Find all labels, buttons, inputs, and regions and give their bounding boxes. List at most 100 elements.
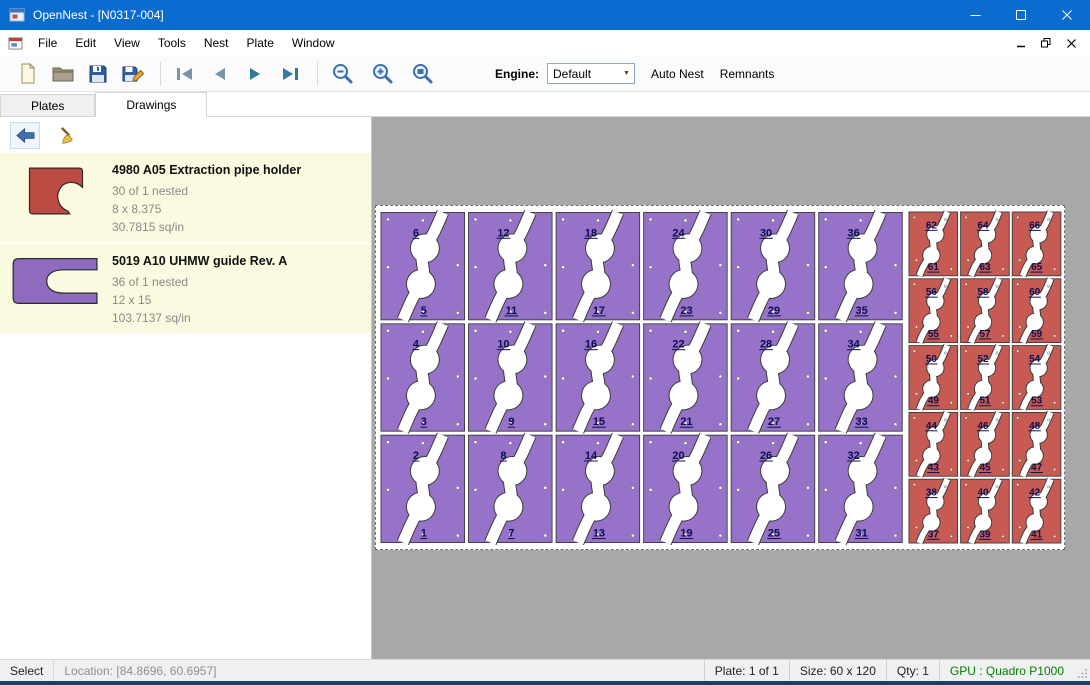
drawings-list: 4980 A05 Extraction pipe holder 30 of 1 … xyxy=(0,153,371,335)
nest-cell[interactable]: 1211 xyxy=(469,212,553,319)
next-plate-button[interactable] xyxy=(239,60,271,88)
svg-text:21: 21 xyxy=(680,416,692,428)
drawings-panel: 4980 A05 Extraction pipe holder 30 of 1 … xyxy=(0,117,372,659)
nest-svg[interactable]: 6512111817242330293635431091615222128273… xyxy=(376,206,1064,549)
nest-cell[interactable]: 1817 xyxy=(556,212,640,319)
svg-text:1: 1 xyxy=(421,528,427,540)
close-button[interactable] xyxy=(1044,0,1090,30)
nest-cell[interactable]: 6059 xyxy=(1012,279,1061,343)
engine-select[interactable]: Default ▼ xyxy=(547,63,635,84)
nest-cell[interactable]: 6665 xyxy=(1012,212,1061,276)
menu-edit[interactable]: Edit xyxy=(66,30,105,56)
engine-selected-value: Default xyxy=(548,67,619,81)
svg-text:65: 65 xyxy=(1031,262,1043,273)
nest-cell[interactable]: 2827 xyxy=(731,324,815,431)
nest-cell[interactable]: 21 xyxy=(381,435,465,542)
statusbar: Select Location: [84.8696, 60.6957] Plat… xyxy=(0,659,1090,681)
nest-cell[interactable]: 5251 xyxy=(961,346,1010,410)
remnants-button[interactable]: Remnants xyxy=(720,67,775,81)
svg-text:39: 39 xyxy=(979,529,991,540)
nest-cell[interactable]: 64 63 xyxy=(961,212,1010,276)
zoom-in-icon xyxy=(372,63,393,84)
new-button[interactable] xyxy=(12,60,44,88)
nest-cell[interactable]: 4847 xyxy=(1012,412,1061,476)
menu-nest[interactable]: Nest xyxy=(195,30,238,56)
open-folder-icon xyxy=(52,65,74,82)
svg-text:61: 61 xyxy=(928,262,940,273)
nest-cell[interactable]: 3029 xyxy=(731,212,815,319)
nest-cell[interactable]: 5453 xyxy=(1012,346,1061,410)
nest-cell[interactable]: 3231 xyxy=(819,435,903,542)
menu-window[interactable]: Window xyxy=(283,30,344,56)
nest-cell[interactable]: 4645 xyxy=(961,412,1010,476)
nest-cell[interactable]: 87 xyxy=(469,435,553,542)
main-toolbar: Engine: Default ▼ Auto Nest Remnants xyxy=(0,56,1090,92)
nest-cell[interactable]: 2423 xyxy=(644,212,728,319)
first-plate-button[interactable] xyxy=(169,60,201,88)
nest-cell[interactable]: 2625 xyxy=(731,435,815,542)
toolbar-separator xyxy=(160,62,161,86)
last-plate-button[interactable] xyxy=(274,60,306,88)
mdi-restore-icon xyxy=(1041,38,1051,48)
zoom-out-button[interactable] xyxy=(326,60,358,88)
svg-text:53: 53 xyxy=(1031,396,1043,407)
svg-text:42: 42 xyxy=(1029,488,1041,499)
svg-text:8: 8 xyxy=(500,450,506,462)
nest-cell[interactable]: 1615 xyxy=(556,324,640,431)
mdi-minimize-button[interactable] xyxy=(1010,34,1032,52)
nest-cell[interactable]: 5655 xyxy=(909,279,958,343)
import-drawing-button[interactable] xyxy=(10,122,40,149)
nest-cell[interactable]: 109 xyxy=(469,324,553,431)
engine-label: Engine: xyxy=(495,67,539,81)
svg-text:63: 63 xyxy=(979,262,991,273)
save-button[interactable] xyxy=(82,60,114,88)
minimize-button[interactable] xyxy=(952,0,998,30)
menu-view[interactable]: View xyxy=(105,30,149,56)
svg-text:46: 46 xyxy=(977,421,989,432)
nest-cell[interactable]: 5857 xyxy=(961,279,1010,343)
nest-cell[interactable]: 65 xyxy=(381,212,465,319)
svg-text:44: 44 xyxy=(926,421,938,432)
svg-text:23: 23 xyxy=(680,305,692,317)
svg-text:7: 7 xyxy=(508,528,514,540)
nest-cell[interactable]: 43 xyxy=(381,324,465,431)
clear-drawings-button[interactable] xyxy=(52,122,82,149)
plate[interactable]: 6512111817242330293635431091615222128273… xyxy=(375,205,1065,550)
svg-text:4: 4 xyxy=(413,339,420,351)
zoom-extents-button[interactable] xyxy=(406,60,438,88)
previous-plate-button[interactable] xyxy=(204,60,236,88)
nest-cell[interactable]: 3433 xyxy=(819,324,903,431)
auto-nest-button[interactable]: Auto Nest xyxy=(651,67,704,81)
nest-cell[interactable]: 4241 xyxy=(1012,479,1061,543)
tab-drawings[interactable]: Drawings xyxy=(95,92,207,117)
mdi-restore-button[interactable] xyxy=(1035,34,1057,52)
mdi-document-icon[interactable] xyxy=(8,37,23,50)
nest-cell[interactable]: 6261 xyxy=(909,212,958,276)
nest-cell[interactable]: 3635 xyxy=(819,212,903,319)
nest-canvas[interactable]: 6512111817242330293635431091615222128273… xyxy=(372,117,1090,659)
maximize-button[interactable] xyxy=(998,0,1044,30)
open-button[interactable] xyxy=(47,60,79,88)
zoom-extents-icon xyxy=(412,63,433,84)
save-as-button[interactable] xyxy=(117,60,149,88)
nest-cell[interactable]: 3837 xyxy=(909,479,958,543)
nest-cell[interactable]: 4443 xyxy=(909,412,958,476)
nest-cell[interactable]: 5049 xyxy=(909,346,958,410)
resize-grip[interactable] xyxy=(1074,660,1090,681)
svg-text:52: 52 xyxy=(977,354,989,365)
tab-plates[interactable]: Plates xyxy=(0,94,95,116)
last-arrow-icon xyxy=(280,66,300,82)
nest-cell[interactable]: 4039 xyxy=(961,479,1010,543)
nest-cell[interactable]: 2019 xyxy=(644,435,728,542)
nest-cell[interactable]: 2221 xyxy=(644,324,728,431)
svg-text:64: 64 xyxy=(977,220,989,231)
drawing-list-item[interactable]: 5019 A10 UHMW guide Rev. A 36 of 1 neste… xyxy=(0,244,371,333)
drawing-list-item[interactable]: 4980 A05 Extraction pipe holder 30 of 1 … xyxy=(0,153,371,242)
zoom-in-button[interactable] xyxy=(366,60,398,88)
menu-plate[interactable]: Plate xyxy=(238,30,283,56)
menu-tools[interactable]: Tools xyxy=(149,30,195,56)
menu-file[interactable]: File xyxy=(29,30,66,56)
mdi-close-button[interactable] xyxy=(1060,34,1082,52)
svg-text:35: 35 xyxy=(855,305,867,317)
nest-cell[interactable]: 1413 xyxy=(556,435,640,542)
